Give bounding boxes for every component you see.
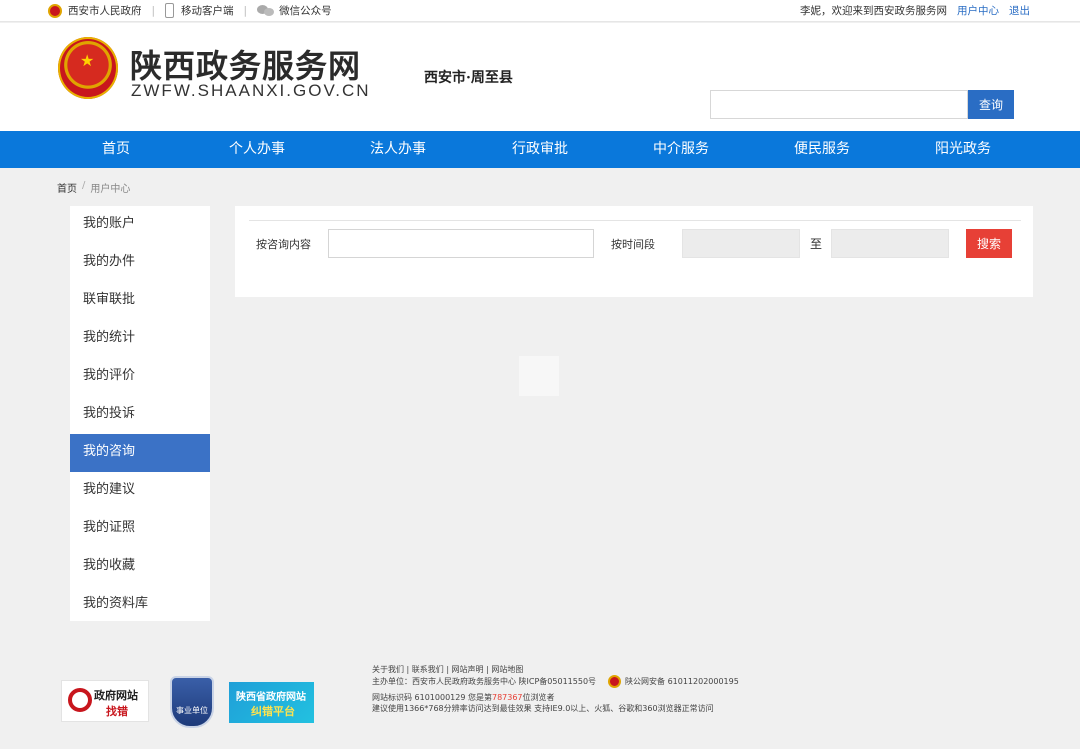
site-header: ★ 陕西政务服务网 ZWFW.SHAANXI.GOV.CN 西安市·周至县 查询 bbox=[0, 23, 1080, 131]
footer-site-code: 网站标识码 6101000129 您是第787367位浏览者 bbox=[372, 692, 555, 703]
badge-platform-sub: 纠错平台 bbox=[251, 705, 295, 718]
gov-link[interactable]: 西安市人民政府 bbox=[48, 3, 142, 18]
badge-error-sub: 找错 bbox=[106, 705, 128, 718]
sidebar-item-reviews[interactable]: 我的评价 bbox=[70, 358, 210, 396]
breadcrumb: 首页 / 用户中心 bbox=[57, 180, 130, 195]
user-center-link[interactable]: 用户中心 bbox=[957, 3, 999, 18]
sidebar-item-account[interactable]: 我的账户 bbox=[70, 206, 210, 244]
site-footer: 政府网站 找错 事业单位 陕西省政府网站 纠错平台 关于我们 | 联系我们 | … bbox=[0, 640, 1080, 749]
logout-link[interactable]: 退出 bbox=[1009, 3, 1030, 18]
search-input[interactable] bbox=[710, 90, 968, 119]
sidebar-item-cases[interactable]: 我的办件 bbox=[70, 244, 210, 282]
website-error-report-badge[interactable]: 政府网站 找错 bbox=[61, 680, 149, 722]
site-code-text: 网站标识码 6101000129 您是第 bbox=[372, 693, 492, 702]
breadcrumb-current: 用户中心 bbox=[90, 184, 131, 195]
site-domain: ZWFW.SHAANXI.GOV.CN bbox=[131, 81, 371, 100]
phone-icon bbox=[165, 3, 175, 18]
breadcrumb-home[interactable]: 首页 bbox=[57, 180, 77, 195]
footer-browser-note: 建议使用1366*768分辨率访问达到最佳效果 支持IE9.0以上、火狐、谷歌和… bbox=[372, 704, 714, 713]
nav-personal[interactable]: 个人办事 bbox=[197, 131, 317, 168]
main-nav: 首页 个人办事 法人办事 行政审批 中介服务 便民服务 阳光政务 bbox=[0, 131, 1080, 168]
search-button[interactable]: 搜索 bbox=[966, 229, 1012, 258]
visitor-count: 787367 bbox=[491, 693, 523, 702]
police-record[interactable]: 陕公网安备 61011202000195 bbox=[625, 677, 739, 686]
region-selector[interactable]: 西安市·周至县 bbox=[424, 67, 513, 87]
divider: | bbox=[243, 4, 248, 17]
user-sidebar: 我的账户 我的办件 联审联批 我的统计 我的评价 我的投诉 我的咨询 我的建议 … bbox=[70, 206, 210, 621]
police-badge-icon bbox=[608, 675, 622, 688]
nav-intermediary[interactable]: 中介服务 bbox=[621, 131, 741, 168]
wechat-link-label[interactable]: 微信公众号 bbox=[279, 3, 332, 18]
visitor-suffix: 位浏览者 bbox=[522, 693, 555, 702]
loading-placeholder bbox=[519, 356, 559, 396]
sidebar-item-favorites[interactable]: 我的收藏 bbox=[70, 548, 210, 586]
date-range-separator: 至 bbox=[810, 237, 823, 251]
footer-links[interactable]: 关于我们 | 联系我们 | 网站声明 | 网站地图 bbox=[372, 664, 523, 675]
nav-home[interactable]: 首页 bbox=[56, 131, 176, 168]
content-filter-input[interactable] bbox=[328, 229, 594, 258]
footer-host-line: 主办单位：西安市人民政府政务服务中心 陕ICP备05011550号 陕公网安备 6… bbox=[372, 675, 739, 688]
start-date-input[interactable] bbox=[682, 229, 800, 258]
nav-legal-entity[interactable]: 法人办事 bbox=[338, 131, 458, 168]
consultation-filter-panel: 按咨询内容 按时间段 至 搜索 bbox=[235, 206, 1033, 297]
breadcrumb-separator: / bbox=[82, 180, 86, 191]
badge-platform-title: 陕西省政府网站 bbox=[236, 692, 306, 703]
magnifier-icon bbox=[68, 688, 92, 712]
content-filter-label: 按咨询内容 bbox=[256, 238, 311, 251]
divider bbox=[249, 220, 1021, 221]
sidebar-item-suggestions[interactable]: 我的建议 bbox=[70, 472, 210, 510]
end-date-input[interactable] bbox=[831, 229, 949, 258]
nav-convenience[interactable]: 便民服务 bbox=[762, 131, 882, 168]
national-emblem-logo[interactable]: ★ bbox=[58, 37, 118, 99]
sidebar-item-complaints[interactable]: 我的投诉 bbox=[70, 396, 210, 434]
nav-open-government[interactable]: 阳光政务 bbox=[903, 131, 1023, 168]
mobile-link-label[interactable]: 移动客户端 bbox=[181, 3, 234, 18]
sidebar-item-library[interactable]: 我的资料库 bbox=[70, 586, 210, 624]
sidebar-item-joint-review[interactable]: 联审联批 bbox=[70, 282, 210, 320]
sidebar-item-certificates[interactable]: 我的证照 bbox=[70, 510, 210, 548]
wechat-icon bbox=[257, 4, 275, 17]
emblem-icon bbox=[48, 3, 62, 18]
sidebar-item-statistics[interactable]: 我的统计 bbox=[70, 320, 210, 358]
gov-link-label[interactable]: 西安市人民政府 bbox=[68, 3, 142, 18]
divider: | bbox=[151, 4, 156, 17]
welcome-text: 李妮，欢迎来到西安政务服务网 bbox=[800, 5, 947, 17]
mobile-link[interactable]: 移动客户端 bbox=[165, 3, 234, 18]
nav-admin-approval[interactable]: 行政审批 bbox=[480, 131, 600, 168]
public-institution-badge[interactable]: 事业单位 bbox=[170, 676, 214, 728]
wechat-link[interactable]: 微信公众号 bbox=[257, 3, 332, 18]
badge-unit-label: 事业单位 bbox=[176, 706, 208, 715]
correction-platform-badge[interactable]: 陕西省政府网站 纠错平台 bbox=[229, 682, 314, 723]
time-filter-label: 按时间段 bbox=[611, 238, 655, 251]
query-button[interactable]: 查询 bbox=[968, 90, 1014, 119]
badge-error-title: 政府网站 bbox=[94, 689, 138, 702]
top-bar: 西安市人民政府 | 移动客户端 | 微信公众号 李妮，欢迎来到西安政务服务网 用… bbox=[0, 0, 1080, 22]
host-info: 主办单位：西安市人民政府政务服务中心 陕ICP备05011550号 bbox=[372, 677, 597, 686]
sidebar-item-consultations[interactable]: 我的咨询 bbox=[70, 434, 210, 472]
